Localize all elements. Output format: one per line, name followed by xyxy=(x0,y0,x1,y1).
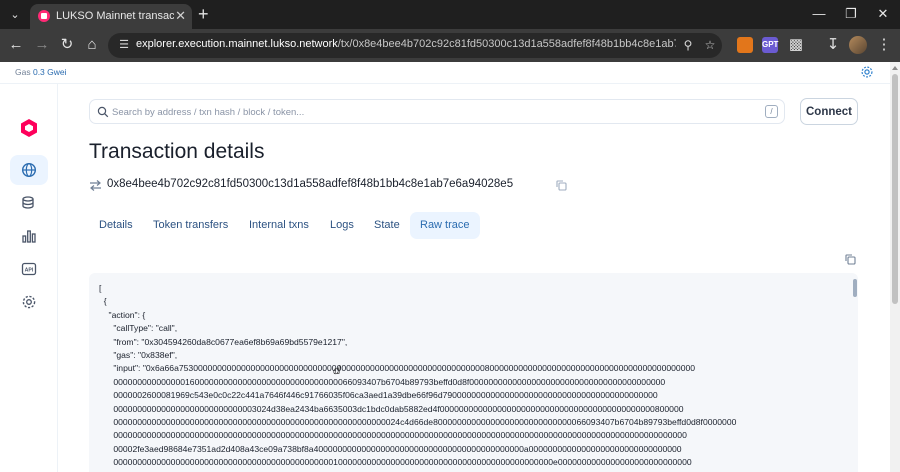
url-text[interactable]: explorer.execution.mainnet.lukso.network… xyxy=(136,38,676,50)
url-domain: explorer.execution.mainnet.lukso.network xyxy=(136,38,338,50)
metamask-icon[interactable] xyxy=(737,37,753,53)
gas-price: Gas 0.3 Gwei xyxy=(15,67,67,77)
minimize-icon[interactable]: — xyxy=(808,4,830,24)
search-input[interactable] xyxy=(112,103,752,121)
tab-close-icon[interactable]: ✕ xyxy=(175,8,186,24)
globe-icon xyxy=(21,162,37,178)
raw-trace-json: [ { "action": { "callType": "call", "fro… xyxy=(99,283,737,468)
gas-label: Gas xyxy=(15,67,31,77)
sidebar-item-tokens[interactable] xyxy=(10,188,48,218)
gpt-extension-icon[interactable]: GPT xyxy=(762,37,778,53)
tab-token-transfers[interactable]: Token transfers xyxy=(143,212,238,239)
tab-raw-trace[interactable]: Raw trace xyxy=(410,212,480,239)
zoom-icon[interactable]: ⚲ xyxy=(680,37,696,53)
browser-toolbar: ← → ↻ ⌂ ☰ explorer.execution.mainnet.luk… xyxy=(0,29,900,62)
download-icon[interactable]: ↧ xyxy=(823,35,843,55)
trace-scrollbar[interactable] xyxy=(853,279,857,297)
sidebar-item-api[interactable]: API xyxy=(10,254,48,284)
address-bar[interactable]: ☰ explorer.execution.mainnet.lukso.netwo… xyxy=(108,33,722,58)
tx-hash[interactable]: 0x8e4bee4b702c92c81fd50300c13d1a558adfef… xyxy=(107,178,513,190)
site-info-icon[interactable]: ☰ xyxy=(117,38,131,52)
browser-menu-icon[interactable]: ⋮ xyxy=(874,35,894,55)
url-path: /tx/0x8e4bee4b702c92c81fd50300c13d1a558a… xyxy=(337,38,676,50)
settings-icon xyxy=(22,295,36,309)
database-icon xyxy=(22,196,34,209)
puzzle-extensions-icon[interactable]: ▩ xyxy=(786,35,806,55)
api-label: API xyxy=(25,267,34,273)
page-title: Transaction details xyxy=(89,140,265,163)
explorer-page: Gas 0.3 Gwei API / Connect xyxy=(0,62,900,472)
lukso-favicon-icon xyxy=(38,10,50,22)
search-bar[interactable]: / xyxy=(89,99,785,124)
settings-gear-icon[interactable] xyxy=(860,65,876,81)
sidebar: API xyxy=(0,84,58,472)
sidebar-item-charts[interactable] xyxy=(10,221,48,251)
copy-trace-icon[interactable] xyxy=(845,254,856,265)
reload-icon[interactable]: ↻ xyxy=(57,35,77,55)
top-info-bar: Gas 0.3 Gwei xyxy=(0,62,890,84)
text-cursor-icon: ⅆ xyxy=(333,365,341,377)
connect-wallet-button[interactable]: Connect xyxy=(800,98,858,125)
tab-details[interactable]: Details xyxy=(89,212,143,239)
raw-trace-block[interactable]: [ { "action": { "callType": "call", "fro… xyxy=(89,273,858,472)
forward-arrow-icon[interactable]: → xyxy=(32,35,52,55)
home-icon[interactable]: ⌂ xyxy=(82,35,102,55)
tab-state[interactable]: State xyxy=(364,212,410,239)
browser-tabstrip: ⌄ LUKSO Mainnet transaction 0x8 ✕ + — ❐ … xyxy=(0,0,900,29)
slash-shortcut-badge: / xyxy=(765,105,778,118)
bar-chart-icon xyxy=(22,230,36,243)
tab-internal-txns[interactable]: Internal txns xyxy=(239,212,319,239)
copy-hash-icon[interactable] xyxy=(556,180,567,191)
sidebar-item-blockchain[interactable] xyxy=(10,155,48,185)
bookmark-star-icon[interactable]: ☆ xyxy=(702,37,718,53)
tab-title: LUKSO Mainnet transaction 0x8 xyxy=(56,10,174,22)
page-scrollbar[interactable] xyxy=(890,62,900,472)
restore-icon[interactable]: ❐ xyxy=(840,4,862,24)
window-close-icon[interactable]: ✕ xyxy=(872,4,894,24)
profile-avatar[interactable] xyxy=(849,36,867,54)
sidebar-item-settings[interactable] xyxy=(10,287,48,317)
lukso-logo[interactable] xyxy=(19,118,39,138)
browser-tab[interactable]: LUKSO Mainnet transaction 0x8 ✕ xyxy=(30,4,192,29)
new-tab-button[interactable]: + xyxy=(198,4,209,24)
back-arrow-icon[interactable]: ← xyxy=(6,35,26,55)
scroll-thumb[interactable] xyxy=(892,74,898,304)
gas-value[interactable]: 0.3 Gwei xyxy=(33,67,67,77)
tab-search-chevron-icon[interactable]: ⌄ xyxy=(6,6,24,24)
api-icon: API xyxy=(21,262,37,276)
transaction-swap-icon xyxy=(90,180,101,191)
search-icon xyxy=(97,106,109,118)
scroll-up-arrow-icon[interactable] xyxy=(892,66,898,70)
tab-logs[interactable]: Logs xyxy=(320,212,364,239)
